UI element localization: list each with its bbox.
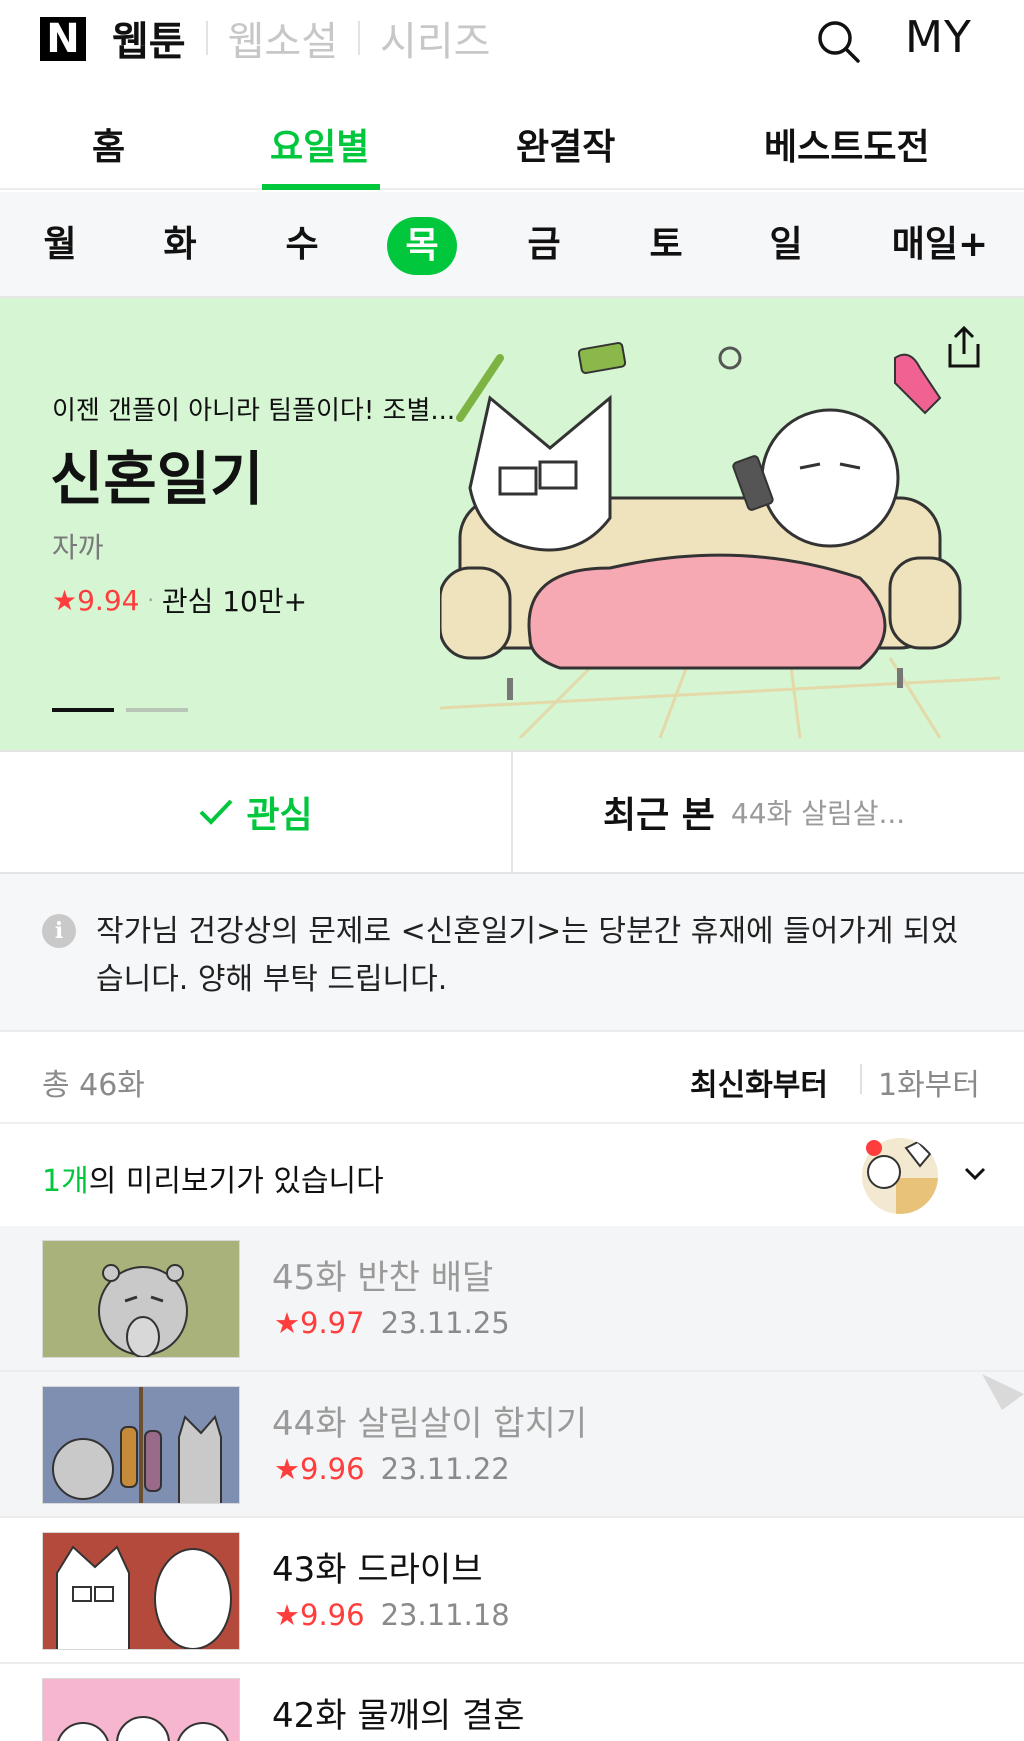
episode-meta: ★9.96 23.11.22 [274, 1452, 510, 1486]
recent-value: 44화 살림살... [730, 797, 906, 830]
star-icon: ★ [274, 1452, 300, 1486]
search-icon[interactable] [815, 18, 861, 64]
banner-rating: 9.94 [77, 583, 140, 617]
main-nav: 홈 요일별 완결작 베스트도전 [0, 100, 1024, 190]
recent-view-button[interactable]: 최근 본 44화 살림살... [513, 752, 1024, 872]
day-fri[interactable]: 금 [504, 192, 584, 298]
service-tabs: 웹툰 웹소설 시리즈 [112, 9, 490, 67]
day-wed[interactable]: 수 [262, 192, 342, 298]
banner-meta: ★ 9.94 · 관심 10만+ [52, 580, 307, 620]
episode-date: 23.11.22 [380, 1452, 510, 1486]
dot-separator: · [147, 588, 154, 612]
divider [205, 21, 208, 55]
scroll-arrow-icon[interactable] [982, 1372, 1024, 1412]
episode-date: 23.11.25 [380, 1306, 510, 1340]
top-bar: N 웹툰 웹소설 시리즈 MY [0, 0, 1024, 84]
preview-label: 의 미리보기가 있습니다 [88, 1164, 384, 1199]
episode-date: 23.11.18 [380, 1598, 510, 1632]
day-thu[interactable]: 목 [382, 192, 462, 298]
preview-count: 1개 [42, 1164, 89, 1199]
sort-newest-button[interactable]: 최신화부터 [690, 1060, 828, 1104]
episode-row[interactable]: 42화 물깨의 결혼 [0, 1664, 1024, 1741]
banner-interest: 관심 10만+ [161, 585, 308, 618]
favorite-label: 관심 [246, 795, 313, 836]
episode-rating: 9.96 [300, 1452, 365, 1486]
episode-meta: ★9.96 23.11.18 [274, 1598, 510, 1632]
day-daily-plus[interactable]: 매일+ [880, 192, 1000, 298]
episode-row[interactable]: 45화 반찬 배달 ★9.97 23.11.25 [0, 1226, 1024, 1372]
episode-thumbnail [42, 1240, 240, 1358]
my-button[interactable]: MY [905, 12, 972, 63]
active-tab-underline [262, 184, 380, 190]
preview-text: 1개의 미리보기가 있습니다 [42, 1156, 384, 1200]
hiatus-notice: i 작가님 건강상의 문제로 <신혼일기>는 당분간 휴재에 들어가게 되었습니… [0, 874, 1024, 1032]
sort-first-button[interactable]: 1화부터 [878, 1060, 980, 1104]
new-badge-dot [866, 1140, 882, 1156]
star-icon: ★ [274, 1598, 300, 1632]
tab-webtoon[interactable]: 웹툰 [112, 9, 186, 67]
star-icon: ★ [52, 583, 78, 617]
day-sat[interactable]: 토 [626, 192, 706, 298]
carousel-indicator[interactable] [126, 708, 188, 712]
episode-list-header: 총 46화 최신화부터 1화부터 [0, 1032, 1024, 1124]
episode-rating: 9.97 [300, 1306, 365, 1340]
banner-subtitle: 이젠 갠플이 아니라 팀플이다! 조별... [52, 396, 456, 426]
day-mon[interactable]: 월 [20, 192, 100, 298]
favorite-button[interactable]: 관심 [0, 752, 513, 872]
banner-author[interactable]: 자까 [52, 526, 104, 566]
episode-row[interactable]: 43화 드라이브 ★9.96 23.11.18 [0, 1518, 1024, 1664]
episode-title: 44화 살림살이 합치기 [272, 1404, 588, 1444]
nav-best-challenge[interactable]: 베스트도전 [764, 118, 930, 170]
notice-text: 작가님 건강상의 문제로 <신혼일기>는 당분간 휴재에 들어가게 되었습니다.… [96, 914, 959, 997]
info-icon: i [42, 914, 76, 948]
nav-weekday[interactable]: 요일별 [270, 118, 369, 170]
episode-rating: 9.96 [300, 1598, 365, 1632]
preview-row[interactable]: 1개의 미리보기가 있습니다 [0, 1124, 1024, 1226]
recent-label: 최근 본 [603, 795, 715, 836]
episode-thumbnail [42, 1678, 240, 1741]
share-icon[interactable] [942, 324, 986, 370]
carousel-indicator-active [52, 708, 114, 712]
episode-title: 42화 물깨의 결혼 [272, 1696, 525, 1736]
episode-thumbnail [42, 1532, 240, 1650]
check-icon [199, 799, 233, 825]
banner-illustration [440, 341, 1000, 738]
divider [358, 21, 361, 55]
episode-title: 45화 반찬 배달 [272, 1258, 494, 1298]
nav-home[interactable]: 홈 [92, 118, 125, 170]
episode-meta: ★9.97 23.11.25 [274, 1306, 510, 1340]
tab-series[interactable]: 시리즈 [380, 9, 490, 67]
tab-webnovel[interactable]: 웹소설 [228, 9, 338, 67]
divider [860, 1064, 862, 1094]
day-sun[interactable]: 일 [746, 192, 826, 298]
episode-total: 총 46화 [42, 1068, 145, 1103]
day-tabs: 월 화 수 목 금 토 일 매일+ [0, 192, 1024, 298]
naver-logo[interactable]: N [40, 17, 86, 61]
day-tue[interactable]: 화 [140, 192, 220, 298]
banner-title: 신혼일기 [50, 445, 264, 513]
nav-completed[interactable]: 완결작 [516, 118, 615, 170]
episode-title: 43화 드라이브 [272, 1550, 483, 1590]
webtoon-banner[interactable]: 이젠 갠플이 아니라 팀플이다! 조별... 신혼일기 자까 ★ 9.94 · … [0, 298, 1024, 750]
episode-thumbnail [42, 1386, 240, 1504]
star-icon: ★ [274, 1306, 300, 1340]
chevron-down-icon[interactable] [962, 1160, 988, 1186]
episode-row[interactable]: 44화 살림살이 합치기 ★9.96 23.11.22 [0, 1372, 1024, 1518]
action-row: 관심 최근 본 44화 살림살... [0, 750, 1024, 874]
